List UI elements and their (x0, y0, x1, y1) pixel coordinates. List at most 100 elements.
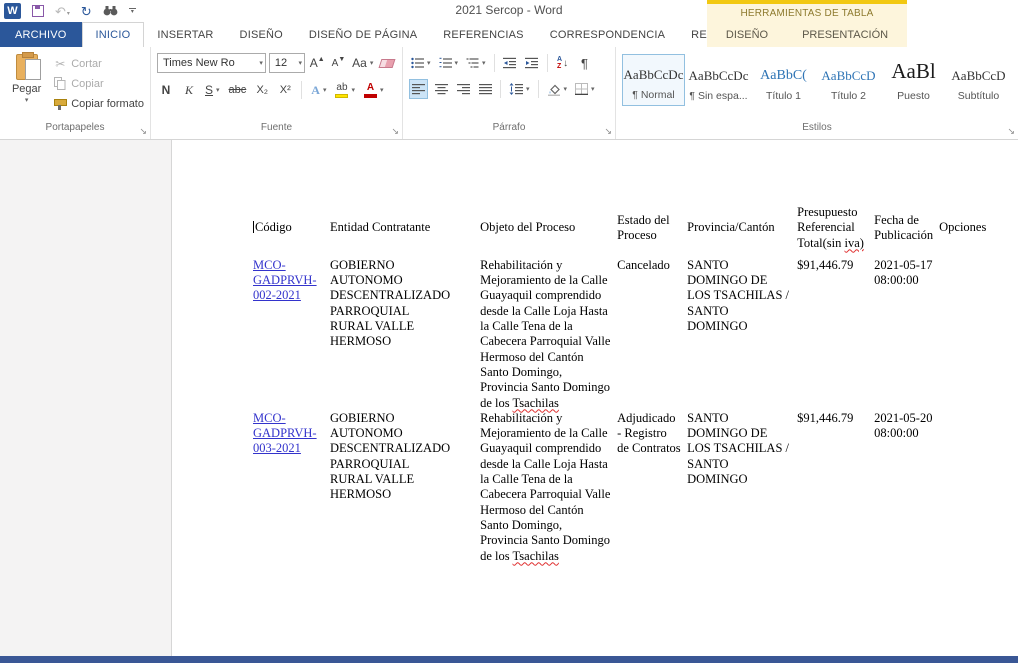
header-entidad: Entidad Contratante (330, 205, 480, 258)
cell-opciones (939, 258, 1004, 411)
bold-button[interactable]: N (157, 80, 175, 100)
increase-indent-icon (525, 57, 538, 69)
clear-formatting-button[interactable] (378, 53, 396, 73)
cell-provincia: SANTO DOMINGO DE LOS TSACHILAS / SANTO D… (687, 258, 797, 411)
parrafo-dialog-launcher-icon[interactable]: ↘ (604, 127, 612, 136)
format-painter-button[interactable]: Copiar formato (53, 95, 144, 112)
decrease-indent-button[interactable] (501, 53, 519, 73)
redo-icon[interactable]: ↻ (81, 5, 92, 18)
tab-insertar[interactable]: INSERTAR (144, 22, 226, 47)
tab-diseno[interactable]: DISEÑO (227, 22, 296, 47)
separator (301, 81, 302, 99)
cut-button[interactable]: ✂ Cortar (53, 55, 144, 72)
font-size-combo[interactable]: 12▾ (269, 53, 305, 73)
document-page[interactable]: Código Entidad Contratante Objeto del Pr… (173, 140, 1018, 657)
multilevel-list-icon (466, 57, 479, 69)
underline-button[interactable]: S▾ (203, 80, 222, 100)
tab-inicio[interactable]: INICIO (82, 22, 145, 47)
clipboard-icon (16, 54, 38, 80)
numbering-button[interactable]: ▾ (437, 53, 461, 73)
undo-icon: ↶ (55, 5, 66, 18)
cell-fecha: 2021-05-17 08:00:00 (874, 258, 939, 411)
style-sin-espaciado[interactable]: AaBbCcDc ¶ Sin espa... (687, 54, 750, 106)
process-link[interactable]: MCO-GADPRVH-002-2021 (253, 258, 317, 303)
tab-archivo[interactable]: ARCHIVO (0, 22, 82, 47)
sort-button[interactable]: AZ↓ (554, 53, 572, 73)
align-center-icon (435, 83, 448, 95)
customize-quick-access-button[interactable]: ▾ (129, 8, 136, 15)
superscript-button[interactable]: X² (276, 80, 294, 100)
style-titulo-1[interactable]: AaBbC( Título 1 (752, 54, 815, 106)
undo-button[interactable]: ↶▾ (55, 5, 70, 18)
find-button[interactable] (103, 5, 118, 17)
highlight-color-button[interactable]: ab▾ (333, 80, 357, 100)
style-subtitulo[interactable]: AaBbCcD Subtítulo (947, 54, 1010, 106)
table-header-row: Código Entidad Contratante Objeto del Pr… (253, 205, 1004, 258)
cell-codigo: MCO-GADPRVH-003-2021 (253, 411, 330, 564)
tab-referencias[interactable]: REFERENCIAS (430, 22, 536, 47)
portapapeles-dialog-launcher-icon[interactable]: ↘ (139, 127, 147, 136)
cell-codigo: MCO-GADPRVH-002-2021 (253, 258, 330, 411)
eraser-icon (379, 59, 396, 68)
cell-presupuesto: $91,446.79 (797, 411, 874, 564)
text-effects-button[interactable]: A▾ (309, 80, 328, 100)
font-color-button[interactable]: A▾ (362, 80, 386, 100)
fuente-dialog-launcher-icon[interactable]: ↘ (391, 127, 399, 136)
show-hide-paragraph-button[interactable]: ¶ (576, 53, 594, 73)
shading-button[interactable]: ▾ (545, 79, 570, 99)
multilevel-list-button[interactable]: ▾ (464, 53, 488, 73)
shrink-font-button[interactable]: A▼ (329, 53, 347, 73)
process-link[interactable]: MCO-GADPRVH-003-2021 (253, 411, 317, 456)
tab-table-presentacion[interactable]: PRESENTACIÓN (798, 27, 892, 43)
contextual-header: HERRAMIENTAS DE TABLA (707, 4, 907, 22)
italic-button[interactable]: K (180, 80, 198, 100)
cell-provincia: SANTO DOMINGO DE LOS TSACHILAS / SANTO D… (687, 411, 797, 564)
estilos-dialog-launcher-icon[interactable]: ↘ (1007, 127, 1015, 136)
group-fuente: Times New Ro▾ 12▾ A▲ A▼ Aa▾ N K S▾ abc X… (150, 47, 402, 139)
copy-button[interactable]: Copiar (53, 75, 144, 92)
cell-estado: Adjudicado - Registro de Contratos (617, 411, 687, 564)
chevron-down-icon: ▾ (295, 59, 302, 67)
quick-access-toolbar: W ↶▾ ↻ ▾ (4, 2, 136, 20)
binoculars-icon (103, 5, 118, 17)
save-icon[interactable] (32, 5, 44, 17)
ribbon: Pegar ▾ ✂ Cortar Copiar Copiar formato (0, 47, 1018, 140)
align-left-icon (412, 83, 425, 95)
text-cursor (253, 221, 254, 233)
font-color-icon: A (364, 83, 377, 98)
tab-diseno-de-pagina[interactable]: DISEÑO DE PÁGINA (296, 22, 430, 47)
cell-entidad: GOBIERNO AUTONOMO DESCENTRALIZADO PARROQ… (330, 411, 480, 564)
line-spacing-icon (509, 83, 523, 95)
cell-objeto: Rehabilitación y Mejoramiento de la Call… (480, 258, 617, 411)
change-case-button[interactable]: Aa▾ (350, 53, 375, 73)
tab-correspondencia[interactable]: CORRESPONDENCIA (537, 22, 678, 47)
align-center-button[interactable] (432, 79, 450, 99)
increase-indent-button[interactable] (523, 53, 541, 73)
font-family-combo[interactable]: Times New Ro▾ (157, 53, 266, 73)
grow-font-button[interactable]: A▲ (308, 53, 326, 73)
line-spacing-button[interactable]: ▾ (507, 79, 532, 99)
strikethrough-button[interactable]: abc (227, 80, 249, 100)
cell-objeto: Rehabilitación y Mejoramiento de la Call… (480, 411, 617, 564)
cell-estado: Cancelado (617, 258, 687, 411)
tab-table-diseno[interactable]: DISEÑO (722, 27, 772, 43)
separator (547, 54, 548, 72)
header-codigo: Código (253, 205, 330, 258)
table-tools-contextual-block: HERRAMIENTAS DE TABLA DISEÑO PRESENTACIÓ… (707, 0, 907, 47)
bullets-button[interactable]: ▾ (409, 53, 433, 73)
style-puesto[interactable]: AaBl Puesto (882, 54, 945, 106)
word-logo-icon[interactable]: W (4, 3, 21, 19)
paste-button[interactable]: Pegar ▾ (6, 52, 47, 122)
justify-button[interactable] (476, 79, 494, 99)
align-right-button[interactable] (454, 79, 472, 99)
scissors-icon: ✂ (53, 57, 67, 71)
subscript-button[interactable]: X₂ (253, 80, 271, 100)
group-label-fuente: Fuente (151, 122, 402, 139)
style-normal[interactable]: AaBbCcDc ¶ Normal (622, 54, 685, 106)
borders-button[interactable]: ▾ (573, 79, 597, 99)
borders-icon (575, 83, 588, 95)
sercop-process-table: Código Entidad Contratante Objeto del Pr… (253, 205, 1004, 564)
align-left-button[interactable] (409, 79, 428, 99)
header-provincia: Provincia/Cantón (687, 205, 797, 258)
style-titulo-2[interactable]: AaBbCcD Título 2 (817, 54, 880, 106)
